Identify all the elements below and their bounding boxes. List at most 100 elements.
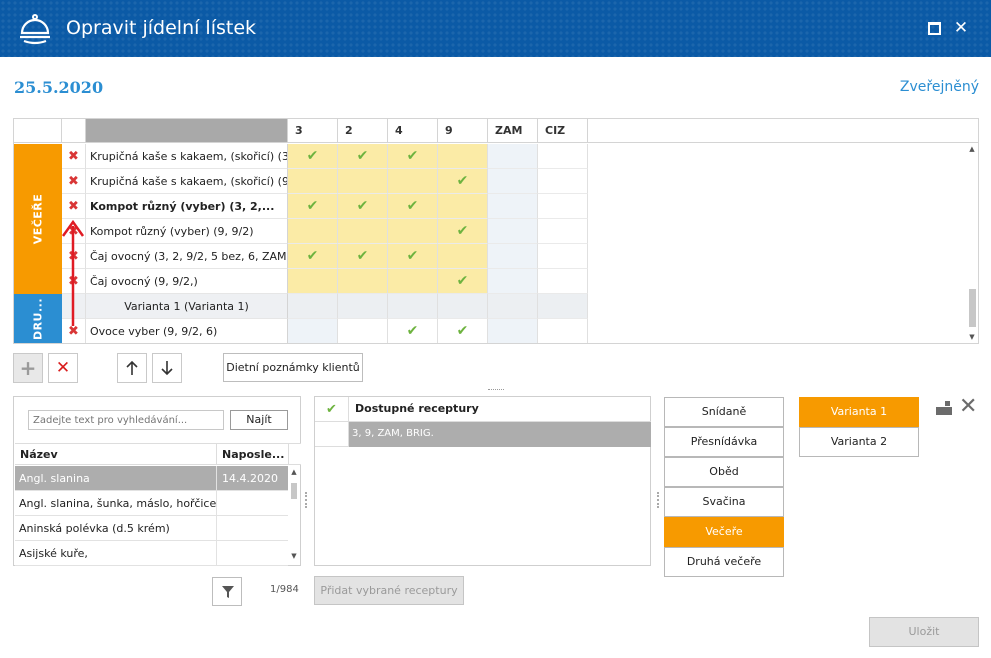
scroll-down-icon[interactable]: ▼	[288, 551, 300, 561]
recipe-list-row[interactable]: Angl. slanina 14.4.2020	[15, 466, 288, 491]
portion-cell[interactable]: ✔	[388, 244, 438, 269]
column-header[interactable]: 2	[338, 119, 388, 143]
portion-cell[interactable]	[488, 244, 538, 269]
recipe-list-row[interactable]: Asijské kuře,	[15, 541, 288, 566]
recipe-name[interactable]: Čaj ovocný (3, 2, 9/2, 5 bez, 6, ZAM,...	[86, 244, 288, 269]
filter-button[interactable]	[212, 577, 242, 606]
header-name-cell[interactable]	[86, 119, 288, 143]
stamp-icon[interactable]	[936, 401, 952, 415]
list-scrollbar[interactable]: ▲ ▼	[288, 467, 300, 563]
meal-button[interactable]: Druhá večeře	[664, 547, 784, 577]
portion-cell[interactable]	[538, 269, 588, 294]
diet-notes-button[interactable]: Dietní poznámky klientů	[223, 353, 363, 382]
search-button[interactable]: Najít	[230, 410, 288, 430]
portion-cell[interactable]	[388, 169, 438, 194]
menu-row[interactable]: ✖ Krupičná kaše s kakaem, (skořicí) (3, .…	[62, 144, 962, 169]
scroll-up-icon[interactable]: ▲	[966, 144, 978, 154]
resize-grip[interactable]	[305, 492, 307, 508]
delete-row-icon[interactable]: ✖	[62, 169, 86, 194]
variant-row[interactable]: Varianta 1 (Varianta 1)	[62, 294, 962, 319]
portion-cell[interactable]	[438, 294, 488, 319]
portion-cell[interactable]	[388, 219, 438, 244]
portion-cell[interactable]: ✔	[438, 169, 488, 194]
portion-cell[interactable]	[288, 319, 338, 343]
portion-cell[interactable]: ✔	[388, 194, 438, 219]
column-header[interactable]: CIZ	[538, 119, 588, 143]
select-all-check-icon[interactable]: ✔	[315, 397, 349, 422]
variant-label[interactable]: Varianta 1 (Varianta 1)	[86, 294, 288, 319]
recipe-name[interactable]: Kompot různý (vyber) (3, 2,...	[86, 194, 288, 219]
search-input[interactable]	[28, 410, 224, 430]
portion-cell[interactable]: ✔	[388, 319, 438, 343]
portion-cell[interactable]	[288, 219, 338, 244]
portion-cell[interactable]	[288, 294, 338, 319]
add-selected-recipes-button[interactable]: Přidat vybrané receptury	[314, 576, 464, 605]
portion-cell[interactable]	[438, 244, 488, 269]
portion-cell[interactable]	[488, 294, 538, 319]
menu-row[interactable]: ✖ Čaj ovocný (3, 2, 9/2, 5 bez, 6, ZAM,..…	[62, 244, 962, 269]
save-button[interactable]: Uložit	[869, 617, 979, 647]
portion-cell[interactable]: ✔	[288, 244, 338, 269]
scroll-down-icon[interactable]: ▼	[966, 332, 978, 342]
recipe-name[interactable]: Krupičná kaše s kakaem, (skořicí) (9,...	[86, 169, 288, 194]
grid-scrollbar[interactable]: ▲ ▼	[966, 144, 978, 343]
portion-cell[interactable]	[538, 144, 588, 169]
portion-cell[interactable]	[288, 269, 338, 294]
menu-row[interactable]: ✖ Krupičná kaše s kakaem, (skořicí) (9,..…	[62, 169, 962, 194]
portion-cell[interactable]	[538, 319, 588, 343]
portion-cell[interactable]	[388, 294, 438, 319]
portion-cell[interactable]: ✔	[388, 144, 438, 169]
portion-cell[interactable]	[538, 169, 588, 194]
column-header[interactable]: 4	[388, 119, 438, 143]
portion-cell[interactable]	[488, 169, 538, 194]
resize-grip[interactable]	[657, 492, 659, 508]
portion-cell[interactable]	[288, 169, 338, 194]
recipe-name[interactable]: Ovoce vyber (9, 9/2, 6)	[86, 319, 288, 343]
portion-cell[interactable]	[538, 194, 588, 219]
column-header[interactable]: 9	[438, 119, 488, 143]
portion-cell[interactable]: ✔	[338, 194, 388, 219]
portion-cell[interactable]	[388, 269, 438, 294]
recipe-row-checkbox[interactable]	[315, 422, 349, 447]
recipe-list-row[interactable]: Angl. slanina, šunka, máslo, hořčice a..…	[15, 491, 288, 516]
portion-cell[interactable]	[538, 244, 588, 269]
portion-cell[interactable]	[338, 219, 388, 244]
group-label-druha-vecere[interactable]: DRU...	[14, 294, 62, 343]
recipe-name[interactable]: Kompot různý (vyber) (9, 9/2)	[86, 219, 288, 244]
portion-cell[interactable]	[488, 194, 538, 219]
column-last-used-header[interactable]: Naposle...	[217, 444, 289, 465]
move-up-button[interactable]	[117, 353, 147, 383]
portion-cell[interactable]	[338, 294, 388, 319]
menu-row[interactable]: ✖ Kompot různý (vyber) (9, 9/2) ✔	[62, 219, 962, 244]
recipe-name[interactable]: Čaj ovocný (9, 9/2,)	[86, 269, 288, 294]
portion-cell[interactable]: ✔	[438, 269, 488, 294]
delete-row-button[interactable]: ✕	[48, 353, 78, 383]
variant-button[interactable]: Varianta 2	[799, 427, 919, 457]
portion-cell[interactable]	[488, 144, 538, 169]
portion-cell[interactable]: ✔	[338, 144, 388, 169]
portion-cell[interactable]	[488, 269, 538, 294]
portion-cell[interactable]	[438, 144, 488, 169]
portion-cell[interactable]	[338, 169, 388, 194]
menu-row[interactable]: ✖ Čaj ovocný (9, 9/2,) ✔	[62, 269, 962, 294]
portion-cell[interactable]	[338, 319, 388, 343]
status-link[interactable]: Zveřejněný	[900, 79, 979, 95]
scroll-up-icon[interactable]: ▲	[288, 467, 300, 477]
portion-cell[interactable]: ✔	[288, 144, 338, 169]
portion-cell[interactable]: ✔	[438, 219, 488, 244]
portion-cell[interactable]	[338, 269, 388, 294]
meal-button[interactable]: Svačina	[664, 487, 784, 517]
portion-cell[interactable]: ✔	[338, 244, 388, 269]
meal-button[interactable]: Večeře	[664, 517, 784, 547]
portion-cell[interactable]	[438, 194, 488, 219]
group-label-vecere[interactable]: VEČEŘE	[14, 144, 62, 294]
meal-button[interactable]: Oběd	[664, 457, 784, 487]
recipe-list-row[interactable]: Aninská polévka (d.5 krém)	[15, 516, 288, 541]
menu-row[interactable]: ✖ Ovoce vyber (9, 9/2, 6) ✔ ✔	[62, 319, 962, 343]
portion-cell[interactable]	[488, 319, 538, 343]
maximize-button[interactable]	[928, 22, 941, 35]
recipe-name[interactable]: Krupičná kaše s kakaem, (skořicí) (3, ..…	[86, 144, 288, 169]
portion-cell[interactable]	[538, 219, 588, 244]
move-down-button[interactable]	[152, 353, 182, 383]
add-row-button[interactable]: +	[13, 353, 43, 383]
